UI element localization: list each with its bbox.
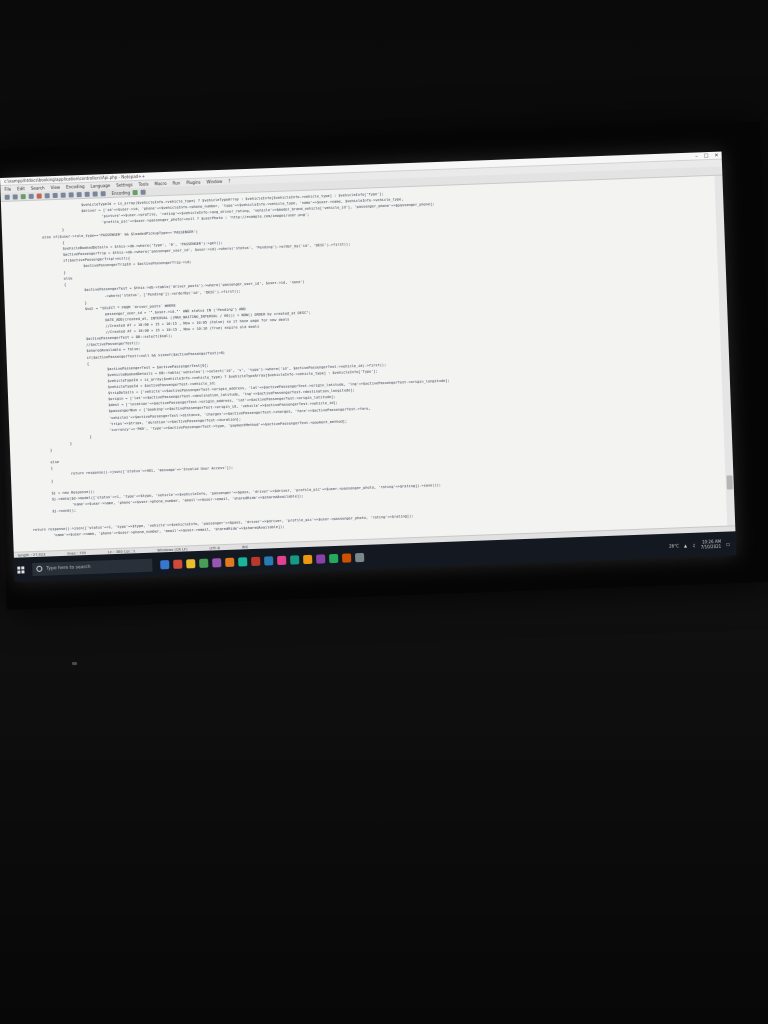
code-line: } bbox=[89, 434, 92, 439]
cut-icon[interactable] bbox=[52, 192, 58, 198]
encoding-label[interactable]: Encoding bbox=[112, 190, 131, 196]
volume-icon[interactable]: ♫ bbox=[692, 542, 696, 547]
run-icon[interactable] bbox=[132, 189, 139, 195]
code-line: } bbox=[51, 478, 54, 483]
taskbar-app-icon[interactable] bbox=[160, 559, 170, 569]
code-line: { bbox=[86, 361, 90, 366]
code-editor[interactable]: $vehicleTypeId = is_array($vehicleInfo->… bbox=[0, 175, 728, 552]
undo-icon[interactable] bbox=[76, 191, 82, 197]
system-tray: 26°C ▲ ♫ 10:26 AM 7/10/2021 □ bbox=[669, 538, 736, 550]
taskbar-app-icon[interactable] bbox=[303, 554, 313, 564]
code-line: } bbox=[61, 228, 65, 233]
code-line: } bbox=[63, 270, 66, 275]
code-line: { bbox=[50, 466, 53, 471]
code-line: { bbox=[62, 240, 65, 245]
close-file-icon[interactable] bbox=[36, 192, 42, 199]
taskbar-app-icon[interactable] bbox=[315, 553, 326, 564]
minimize-icon[interactable]: – bbox=[695, 152, 698, 160]
code-line: } bbox=[69, 441, 73, 446]
taskbar-app-icon[interactable] bbox=[290, 554, 300, 565]
taskbar-app-icon[interactable] bbox=[277, 555, 287, 565]
taskbar-clock[interactable]: 10:26 AM 7/10/2021 bbox=[700, 539, 722, 550]
code-line: { bbox=[63, 282, 67, 288]
paste-icon[interactable] bbox=[68, 191, 74, 197]
network-icon[interactable]: ▲ bbox=[684, 543, 687, 548]
code-line: else bbox=[63, 276, 73, 281]
macro-icon[interactable] bbox=[140, 189, 147, 195]
taskbar-app-icon[interactable] bbox=[264, 555, 274, 566]
save-icon[interactable] bbox=[20, 193, 26, 199]
taskbar-app-icon[interactable] bbox=[199, 558, 209, 568]
desk-object bbox=[72, 662, 77, 665]
code-line: } bbox=[84, 300, 87, 305]
code-line: $j->send(); bbox=[52, 508, 77, 514]
taskbar-app-icon[interactable] bbox=[251, 556, 261, 566]
search-placeholder: Type here to search bbox=[46, 564, 91, 572]
taskbar-app-icon[interactable] bbox=[212, 557, 222, 567]
new-file-icon[interactable] bbox=[4, 194, 10, 200]
scrollbar-thumb[interactable] bbox=[726, 475, 733, 490]
search-icon bbox=[36, 565, 43, 572]
copy-icon[interactable] bbox=[60, 192, 66, 198]
code-line: else if($user->role_type=='PASSENGER' &&… bbox=[42, 229, 198, 239]
taskbar-app-icon[interactable] bbox=[238, 556, 248, 567]
notifications-icon[interactable]: □ bbox=[726, 541, 730, 546]
monitor-screen: c:\xampp\htdocs\booking\application\cont… bbox=[0, 151, 737, 582]
taskbar-app-icon[interactable] bbox=[186, 558, 196, 568]
code-line: } bbox=[49, 448, 53, 453]
maximize-icon[interactable]: □ bbox=[704, 152, 709, 160]
redo-icon[interactable] bbox=[84, 191, 90, 197]
clock-date: 7/10/2021 bbox=[700, 543, 722, 550]
windows-logo-icon bbox=[16, 565, 24, 574]
replace-icon[interactable] bbox=[100, 190, 106, 196]
start-button[interactable] bbox=[14, 557, 27, 581]
taskbar-app-icon[interactable] bbox=[354, 552, 365, 562]
taskbar-app-icon[interactable] bbox=[173, 559, 183, 569]
code-line: return response()->json(['status'=>401, … bbox=[70, 466, 234, 476]
taskbar-app-icon[interactable] bbox=[328, 553, 339, 563]
save-all-icon[interactable] bbox=[28, 193, 34, 199]
open-file-icon[interactable] bbox=[12, 193, 18, 200]
taskbar-app-icon[interactable] bbox=[341, 552, 352, 563]
taskbar-search-box[interactable]: Type here to search bbox=[32, 558, 153, 576]
find-icon[interactable] bbox=[92, 190, 98, 197]
taskbar-pinned-apps bbox=[160, 552, 365, 569]
weather-temp[interactable]: 26°C bbox=[669, 543, 679, 548]
code-line: else bbox=[50, 460, 60, 465]
taskbar-app-icon[interactable] bbox=[225, 557, 235, 567]
close-icon[interactable]: ✕ bbox=[714, 152, 718, 160]
print-icon[interactable] bbox=[44, 192, 50, 198]
